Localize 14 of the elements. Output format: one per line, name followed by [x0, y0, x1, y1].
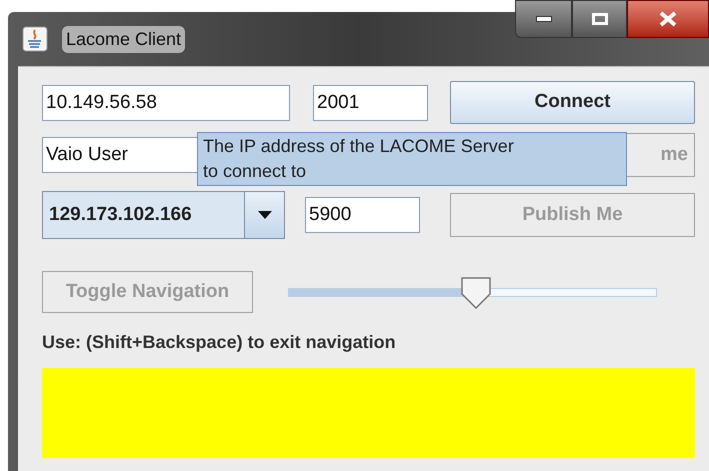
- navigation-hint: Use: (Shift+Backspace) to exit navigation: [42, 331, 397, 354]
- server-port-field[interactable]: 2001: [313, 84, 428, 120]
- connect-button[interactable]: Connect: [450, 81, 695, 124]
- address-combo-box[interactable]: 129.173.102.166: [42, 191, 285, 239]
- maximize-button[interactable]: [572, 0, 627, 38]
- vnc-port-field[interactable]: 5900: [305, 197, 420, 233]
- coffee-cup-icon: [22, 26, 48, 52]
- window-title: Lacome Client: [62, 26, 186, 52]
- dropdown-arrow-icon: [258, 211, 272, 219]
- server-ip-field[interactable]: 10.149.56.58: [42, 84, 290, 120]
- minimize-button[interactable]: [515, 0, 572, 38]
- slider-thumb[interactable]: [461, 276, 492, 308]
- close-icon: [659, 11, 677, 27]
- close-button[interactable]: [627, 0, 709, 38]
